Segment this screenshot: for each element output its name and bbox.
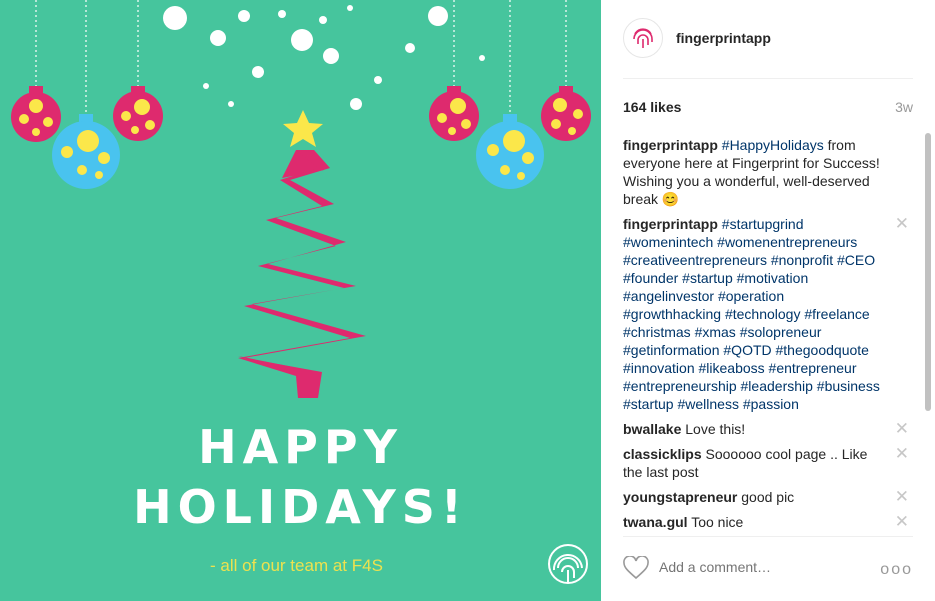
post-image: HAPPY HOLIDAYS! - all of our team at F4S xyxy=(0,0,601,601)
comment-text: good pic xyxy=(741,489,795,505)
likes-count[interactable]: 164 likes xyxy=(623,99,681,115)
comments-scrollbar[interactable] xyxy=(924,133,932,533)
avatar[interactable] xyxy=(623,18,663,58)
comment-item: bwallake Love this! ✕ xyxy=(623,420,909,438)
post-header: fingerprintapp xyxy=(623,18,771,58)
comment-item: twana.gul Too nice ✕ xyxy=(623,513,909,531)
comment-text: Too nice xyxy=(691,514,744,530)
comment-text[interactable]: #startupgrind #womenintech #womenentrepr… xyxy=(623,216,880,412)
delete-comment-icon[interactable]: ✕ xyxy=(895,445,909,463)
comment-input[interactable] xyxy=(659,559,859,575)
instagram-post: HAPPY HOLIDAYS! - all of our team at F4S… xyxy=(0,0,935,601)
caption-hashtag[interactable]: #HappyHolidays xyxy=(722,137,824,153)
signature-text: - all of our team at F4S xyxy=(210,556,383,575)
divider xyxy=(623,78,913,79)
comment-item: youngstapreneur good pic ✕ xyxy=(623,488,909,506)
fingerprint-icon xyxy=(633,28,653,48)
comment-username[interactable]: twana.gul xyxy=(623,514,688,530)
post-sidebar: fingerprintapp 164 likes 3w fingerprinta… xyxy=(601,0,935,601)
comment-text: Love this! xyxy=(685,421,746,437)
divider xyxy=(623,536,913,537)
comment-username[interactable]: fingerprintapp xyxy=(623,216,718,232)
comment-username[interactable]: youngstapreneur xyxy=(623,489,737,505)
comment-item: fingerprintapp #startupgrind #womenintec… xyxy=(623,215,909,413)
delete-comment-icon[interactable]: ✕ xyxy=(895,488,909,506)
comment-username[interactable]: bwallake xyxy=(623,421,681,437)
more-options-icon[interactable]: ooo xyxy=(880,561,913,579)
comment-username[interactable]: classicklips xyxy=(623,446,702,462)
caption-username[interactable]: fingerprintapp xyxy=(623,137,718,153)
comment-item: classicklips Soooooo cool page .. Like t… xyxy=(623,445,909,481)
smile-emoji: 😊 xyxy=(661,191,680,207)
delete-comment-icon[interactable]: ✕ xyxy=(895,420,909,438)
post-age[interactable]: 3w xyxy=(895,99,913,115)
heart-icon[interactable] xyxy=(623,556,649,580)
header-username[interactable]: fingerprintapp xyxy=(676,30,771,46)
fingerprint-logo xyxy=(548,544,588,584)
star-icon xyxy=(283,110,323,147)
headline-line2: HOLIDAYS! xyxy=(133,480,468,534)
snow-dots xyxy=(163,5,485,110)
scrollbar-thumb[interactable] xyxy=(925,133,931,411)
delete-comment-icon[interactable]: ✕ xyxy=(895,215,909,233)
caption: fingerprintapp #HappyHolidays from every… xyxy=(623,136,909,208)
delete-comment-icon[interactable]: ✕ xyxy=(895,513,909,531)
comments-list: fingerprintapp #HappyHolidays from every… xyxy=(623,136,909,538)
headline-line1: HAPPY xyxy=(198,420,403,474)
